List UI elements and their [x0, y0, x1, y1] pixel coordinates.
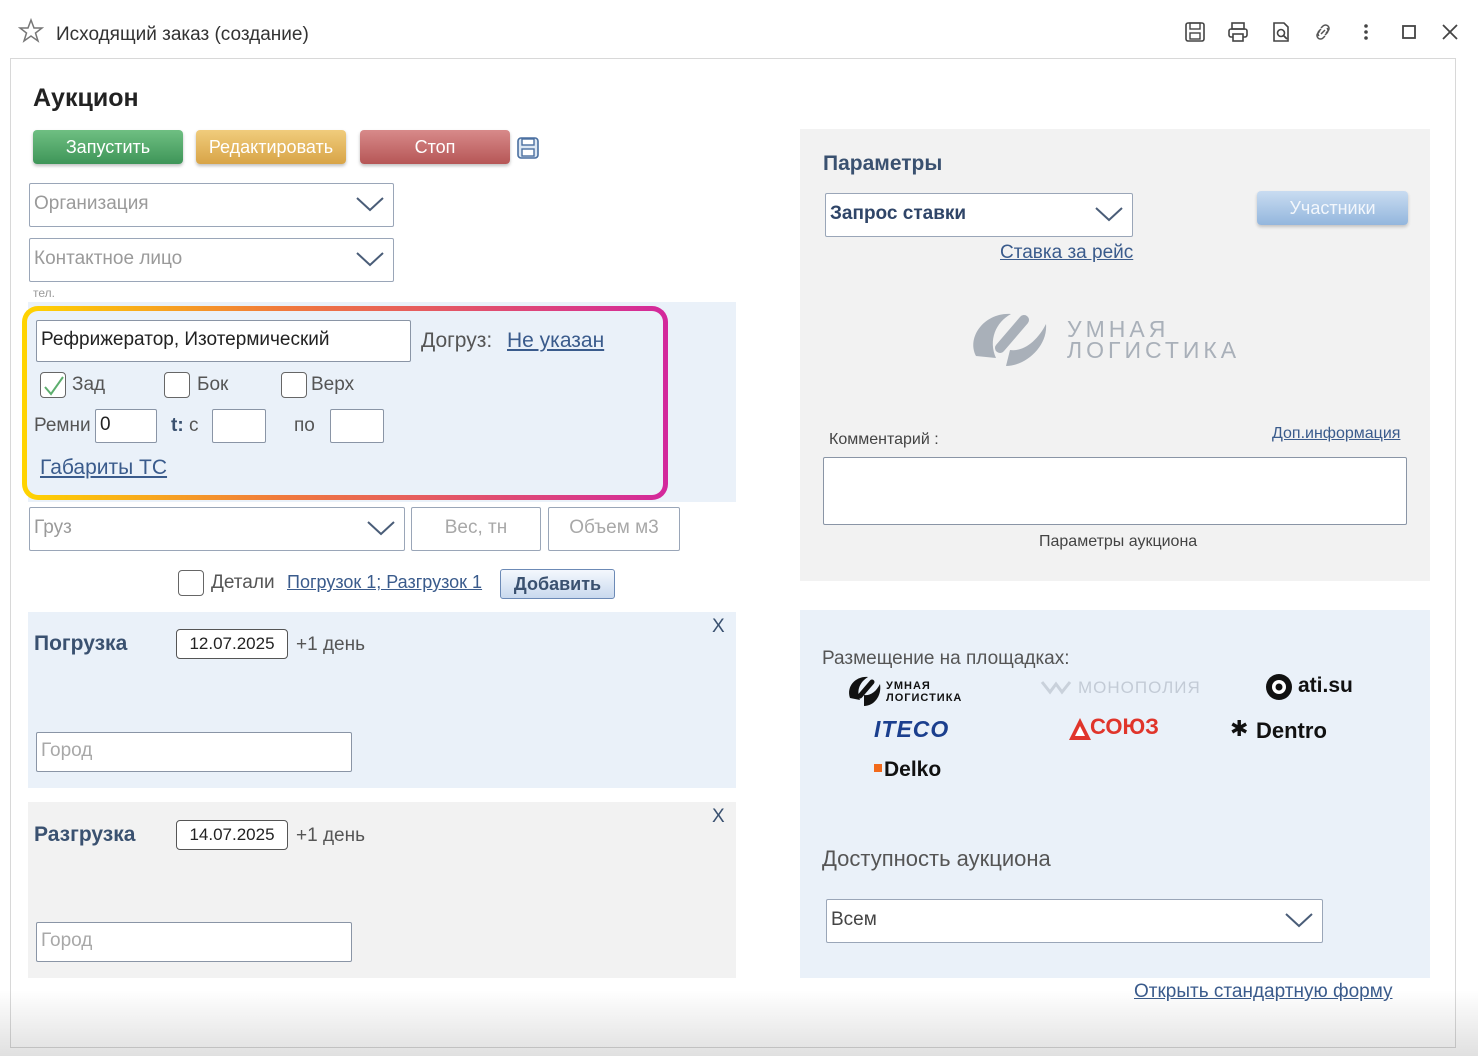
bid-type-value: Запрос ставки	[830, 203, 967, 224]
contact-combo[interactable]: Контактное лицо	[29, 238, 394, 282]
temp-from-input[interactable]	[212, 409, 266, 443]
loading-title: Погрузка	[34, 632, 128, 655]
vehicle-type-input[interactable]: Рефрижератор, Изотермический	[36, 320, 411, 362]
start-button[interactable]: Запустить	[33, 130, 183, 164]
participants-button[interactable]: Участники	[1257, 191, 1408, 225]
close-icon[interactable]	[1437, 20, 1463, 46]
extra-info-link[interactable]: Доп.информация	[1272, 425, 1400, 443]
top-loading-label: Верх	[311, 374, 355, 395]
temp-from-label: с	[189, 415, 199, 436]
unloading-city-input[interactable]: Город	[36, 922, 352, 962]
details-label: Детали	[211, 572, 275, 593]
page-title: Аукцион	[33, 84, 139, 112]
platform-soyuz-name: СОЮЗ	[1090, 714, 1159, 739]
straps-input[interactable]: 0	[95, 409, 157, 443]
loading-date-input[interactable]: 12.07.2025	[176, 629, 288, 659]
platform-logo-monopoliya[interactable]: МОНОПОЛИЯ	[1040, 676, 1200, 702]
delko-mark-icon	[874, 764, 882, 772]
chevron-down-icon	[356, 197, 384, 212]
unloading-date-input[interactable]: 14.07.2025	[176, 820, 288, 850]
maximize-icon[interactable]	[1396, 20, 1422, 46]
chevron-down-icon	[367, 521, 395, 536]
platform-logo-ati[interactable]: ati.su	[1264, 672, 1364, 702]
platform-monopoliya-name: МОНОПОЛИЯ	[1078, 678, 1201, 697]
straps-label: Ремни	[34, 415, 91, 436]
dimensions-link[interactable]: Габариты ТС	[40, 456, 167, 480]
logo-line2: ЛОГИСТИКА	[1067, 337, 1241, 363]
add-button[interactable]: Добавить	[500, 569, 615, 599]
bid-type-combo[interactable]: Запрос ставки	[825, 193, 1133, 237]
availability-title: Доступность аукциона	[822, 846, 1051, 871]
params-title: Параметры	[823, 152, 943, 175]
organization-combo[interactable]: Организация	[29, 183, 394, 227]
comment-textarea[interactable]	[823, 457, 1407, 525]
bottom-shade	[0, 990, 1478, 1056]
platform-ati-name: ati.su	[1298, 674, 1353, 697]
platform-umnaya-name: УМНАЯ ЛОГИСТИКА	[886, 680, 963, 704]
print-icon[interactable]	[1225, 20, 1251, 46]
side-loading-label: Бок	[197, 374, 229, 395]
cargo-placeholder: Груз	[34, 517, 72, 538]
details-link[interactable]: Погрузок 1; Разгрузок 1	[287, 572, 482, 593]
volume-input[interactable]: Объем м3	[548, 507, 680, 551]
loading-close-button[interactable]: X	[712, 616, 725, 638]
unloading-close-button[interactable]: X	[712, 806, 725, 828]
cargo-combo[interactable]: Груз	[29, 507, 405, 551]
platforms-title: Размещение на площадках:	[822, 648, 1070, 669]
chevron-down-icon	[1095, 207, 1123, 222]
chevron-down-icon	[356, 252, 384, 267]
chevron-down-icon	[1285, 913, 1313, 928]
comment-label: Комментарий :	[829, 431, 939, 448]
edit-button[interactable]: Редактировать	[196, 130, 346, 164]
more-icon[interactable]	[1353, 20, 1379, 46]
extra-load-label: Догруз:	[421, 329, 493, 352]
details-checkbox[interactable]	[178, 570, 204, 596]
window-title: Исходящий заказ (создание)	[56, 24, 309, 45]
availability-combo[interactable]: Всем	[826, 899, 1323, 943]
loading-plus-day: +1 день	[296, 634, 365, 655]
weight-input[interactable]: Вес, тн	[411, 507, 541, 551]
rate-link[interactable]: Ставка за рейс	[1000, 242, 1133, 264]
platform-logo-dentro[interactable]: ✱ Dentro	[1230, 716, 1390, 746]
extra-load-link[interactable]: Не указан	[507, 329, 604, 353]
phone-label: тел.	[33, 286, 55, 300]
top-loading-checkbox[interactable]	[281, 372, 307, 398]
temp-to-input[interactable]	[330, 409, 384, 443]
side-loading-checkbox[interactable]	[164, 372, 190, 398]
link-icon[interactable]	[1310, 20, 1336, 46]
organization-placeholder: Организация	[34, 193, 149, 214]
loading-city-input[interactable]: Город	[36, 732, 352, 772]
platform-delko-name: Delko	[884, 758, 942, 781]
auction-params-label: Параметры аукциона	[1039, 533, 1198, 550]
unloading-title: Разгрузка	[34, 823, 136, 846]
temp-label: t:	[171, 415, 184, 436]
temp-to-label: по	[294, 415, 315, 436]
stop-button[interactable]: Стоп	[360, 130, 510, 164]
save-icon[interactable]	[516, 136, 540, 160]
dentro-star-icon: ✱	[1230, 716, 1249, 741]
star-icon[interactable]	[17, 17, 45, 44]
platform-logo-soyuz[interactable]: СОЮЗ	[1068, 714, 1168, 744]
save-icon[interactable]	[1182, 20, 1208, 46]
availability-value: Всем	[831, 909, 877, 930]
back-loading-checkbox[interactable]	[40, 372, 66, 398]
umnaya-logistika-logo	[966, 306, 1056, 372]
preview-icon[interactable]	[1268, 20, 1294, 46]
platform-logo-delko[interactable]: Delko	[874, 758, 974, 784]
back-loading-label: Зад	[72, 374, 106, 395]
unloading-plus-day: +1 день	[296, 825, 365, 846]
platform-dentro-name: Dentro	[1256, 718, 1327, 743]
contact-placeholder: Контактное лицо	[34, 248, 183, 269]
platform-logo-iteco[interactable]: ITECO	[874, 716, 949, 743]
platform-logo-umnaya[interactable]: УМНАЯ ЛОГИСТИКА	[846, 674, 996, 710]
